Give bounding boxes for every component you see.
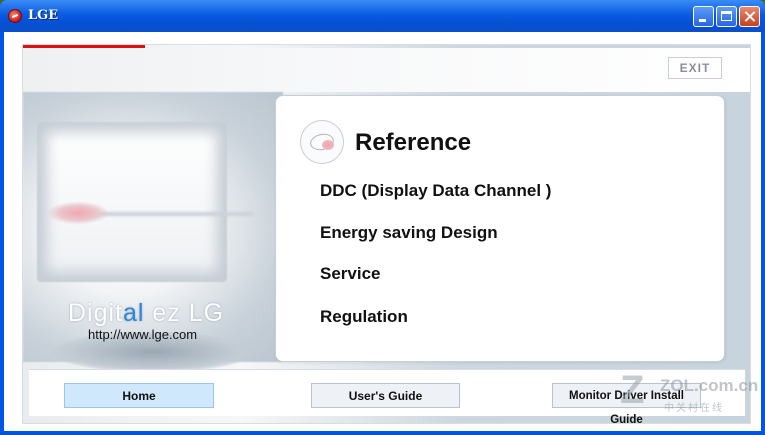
regulation-link[interactable]: Regulation [320,307,408,327]
watermark-logo-icon: Z [620,368,645,412]
home-button[interactable]: Home [64,383,214,408]
maximize-button[interactable] [716,6,737,27]
header-band: EXIT [23,48,750,92]
ddc-link[interactable]: DDC (Display Data Channel ) [320,181,551,201]
service-link[interactable]: Service [320,264,381,284]
brand-url[interactable]: http://www.lge.com [88,327,197,342]
window-title: LGE [28,8,59,23]
application-window: LGE EXIT Digital ez LG http://www.lge.co… [0,0,765,435]
watermark-site: ZOL.com.cn [660,376,759,395]
watermark-cn: 中关村在线 [664,403,724,414]
title-bar[interactable]: LGE [0,0,765,32]
monitor-glow-graphic [48,202,108,224]
lg-app-icon [8,9,22,23]
lg-logo-dot [322,140,334,150]
brand-tagline-start: Digit [68,299,124,327]
watermark: Z ZOL.com.cn 中关村在线 [620,362,760,422]
brand-tagline-accent: al [123,299,145,327]
minimize-button[interactable] [693,6,714,27]
monitor-highlight-line [93,212,253,216]
energy-saving-link[interactable]: Energy saving Design [320,223,498,243]
exit-button[interactable]: EXIT [668,57,722,79]
brand-tagline-end: ez LG [144,299,225,327]
lg-logo-icon [300,120,344,164]
reference-title: Reference [355,129,472,156]
brand-tagline: Digital ez LG [68,299,224,328]
close-button[interactable] [739,6,760,27]
users-guide-button[interactable]: User's Guide [311,383,460,408]
reference-panel: Reference DDC (Display Data Channel ) En… [275,95,725,362]
